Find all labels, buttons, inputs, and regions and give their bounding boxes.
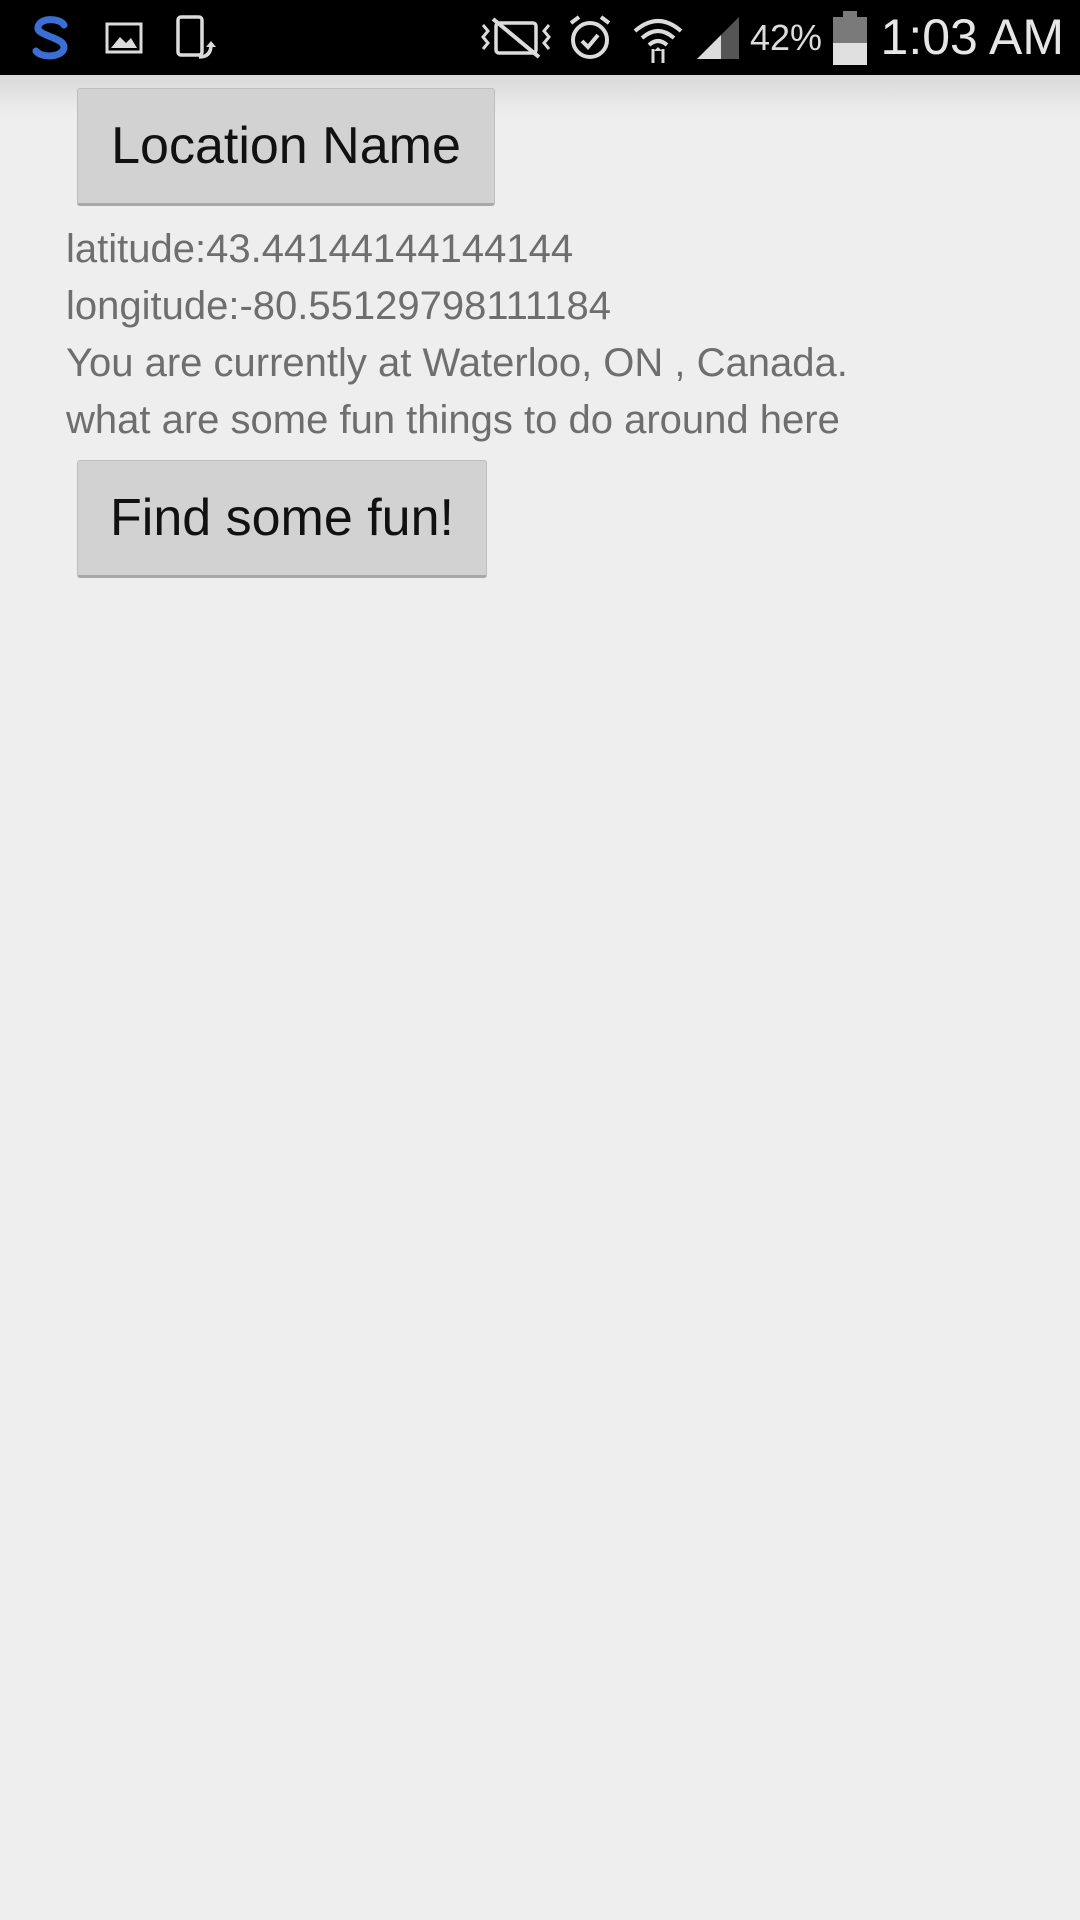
gallery-icon [102, 0, 146, 75]
latitude-label: latitude:43.441441441441​44 [66, 227, 574, 271]
status-bar: 42% 1:03 AM [0, 0, 1080, 75]
vibrate-mute-icon [478, 0, 554, 75]
signal-icon [692, 0, 744, 75]
question-text: what are some fun things to do around he… [66, 398, 840, 442]
s-app-icon [22, 0, 80, 75]
location-name-button[interactable]: Location Name [77, 88, 495, 206]
current-location-text: You are currently at Waterloo, ON , Cana… [66, 341, 848, 385]
clock: 1:03 AM [880, 9, 1064, 65]
longitude-label: longitude:-80.55129798111184 [66, 284, 611, 328]
alarm-icon [564, 0, 616, 75]
wifi-icon [630, 0, 686, 75]
screen-rotate-icon [172, 0, 220, 75]
battery-percent: 42% [750, 17, 823, 58]
find-some-fun-button[interactable]: Find some fun! [77, 460, 487, 578]
battery-icon [828, 0, 872, 75]
